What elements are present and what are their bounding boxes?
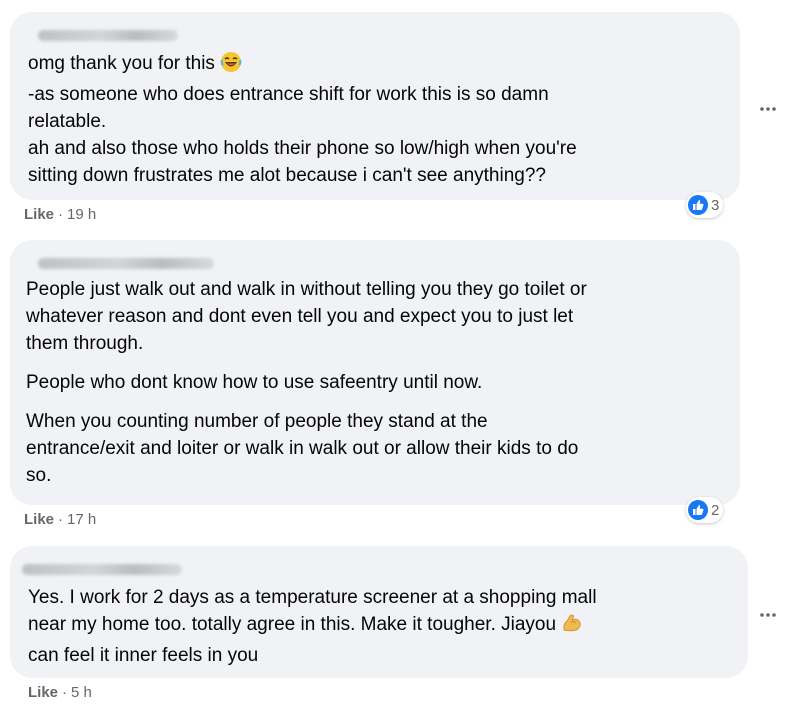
- comment-text: Yes. I work for 2 days as a temperature …: [28, 584, 597, 669]
- comment-bubble: Yes. I work for 2 days as a temperature …: [10, 546, 748, 678]
- comment-meta: Like · 17 h: [24, 511, 96, 528]
- timestamp[interactable]: 19 h: [67, 206, 96, 223]
- more-options-button[interactable]: [750, 90, 786, 126]
- comment-line: can feel it inner feels in you: [28, 645, 259, 666]
- comment-line: When you counting number of people they …: [26, 411, 488, 432]
- reaction-count[interactable]: 3: [686, 192, 724, 218]
- comment-line: so.: [26, 465, 52, 486]
- like-button[interactable]: Like: [24, 511, 54, 528]
- comment-line: near my home too. totally agree in this.…: [28, 614, 557, 635]
- comment-meta: Like · 19 h: [24, 206, 96, 223]
- comment-line: relatable.: [28, 111, 107, 132]
- more-options-icon: [759, 99, 777, 117]
- timestamp[interactable]: 5 h: [71, 684, 92, 701]
- author-name[interactable]: [38, 258, 214, 269]
- separator: ·: [58, 511, 64, 528]
- like-reaction-icon: [688, 500, 708, 520]
- more-options-icon: [759, 605, 777, 623]
- comment-line: omg thank you for this: [28, 53, 215, 74]
- reaction-count-value: 2: [711, 501, 720, 519]
- comment-line: them through.: [26, 333, 144, 354]
- comment-line: entrance/exit and loiter or walk in walk…: [26, 438, 579, 459]
- comment-bubble: People just walk out and walk in without…: [10, 240, 740, 523]
- author-name[interactable]: [22, 564, 182, 575]
- like-button[interactable]: Like: [24, 206, 54, 223]
- separator: ·: [58, 206, 64, 223]
- comment-meta: Like · 5 h: [28, 684, 92, 701]
- laughing-emoji-icon: [220, 51, 242, 81]
- comment-line: whatever reason and dont even tell you a…: [26, 306, 574, 327]
- author-name[interactable]: [38, 30, 178, 41]
- more-options-button[interactable]: [750, 596, 786, 632]
- comment-line: Yes. I work for 2 days as a temperature …: [28, 587, 597, 608]
- separator: ·: [62, 684, 68, 701]
- like-button[interactable]: Like: [28, 684, 58, 701]
- like-reaction-icon: [688, 195, 708, 215]
- comment-line: People who dont know how to use safeentr…: [26, 372, 483, 393]
- flexed-biceps-emoji-icon: [561, 612, 583, 642]
- comment-line: sitting down frustrates me alot because …: [28, 165, 546, 186]
- comment-line: People just walk out and walk in without…: [26, 279, 587, 300]
- comment-line: ah and also those who holds their phone …: [28, 138, 577, 159]
- comment-bubble: omg thank you for this -as someone who d…: [10, 12, 740, 218]
- comment-text: omg thank you for this -as someone who d…: [28, 50, 577, 189]
- comment-line: -as someone who does entrance shift for …: [28, 84, 549, 105]
- reaction-count[interactable]: 2: [686, 497, 724, 523]
- comment-text: People just walk out and walk in without…: [26, 276, 587, 489]
- timestamp[interactable]: 17 h: [67, 511, 96, 528]
- reaction-count-value: 3: [711, 196, 720, 214]
